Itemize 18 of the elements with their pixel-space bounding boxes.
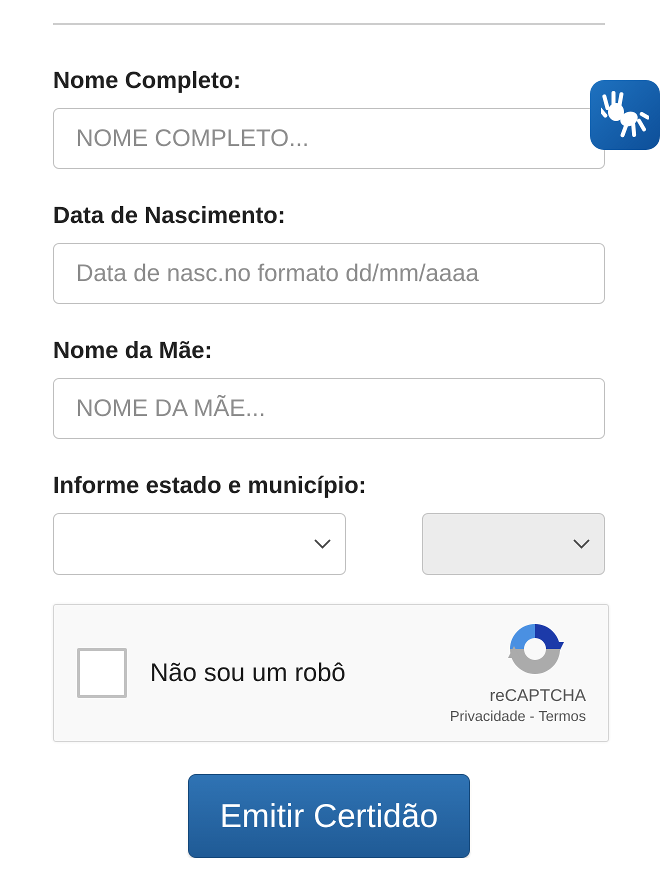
field-label: Informe estado e município: bbox=[53, 472, 368, 499]
checkbox-label: Não sou um robô bbox=[150, 658, 346, 689]
chevron-down-icon bbox=[314, 539, 331, 549]
text-input-field[interactable]: NOME COMPLETO... bbox=[53, 108, 605, 169]
field-label: Nome Completo: bbox=[53, 67, 242, 94]
text-input-field[interactable]: NOME DA MÃE... bbox=[53, 378, 605, 439]
checkbox[interactable] bbox=[77, 648, 127, 698]
chevron-down-icon bbox=[573, 539, 590, 549]
hands-icon[interactable] bbox=[590, 80, 660, 150]
footer-link[interactable]: Termos bbox=[538, 709, 586, 726]
link-separator: - bbox=[530, 709, 534, 726]
field-label: Data de Nascimento: bbox=[53, 202, 286, 229]
submit-button[interactable]: Emitir Certidão bbox=[188, 774, 470, 858]
captcha-brand-text: reCAPTCHA bbox=[490, 686, 586, 706]
dropdown-field[interactable] bbox=[53, 513, 346, 575]
field-label: Nome da Mãe: bbox=[53, 337, 214, 364]
footer-link[interactable]: Privacidade bbox=[450, 709, 526, 726]
text-input-field[interactable]: Data de nasc.no formato dd/mm/aaaa bbox=[53, 243, 605, 304]
